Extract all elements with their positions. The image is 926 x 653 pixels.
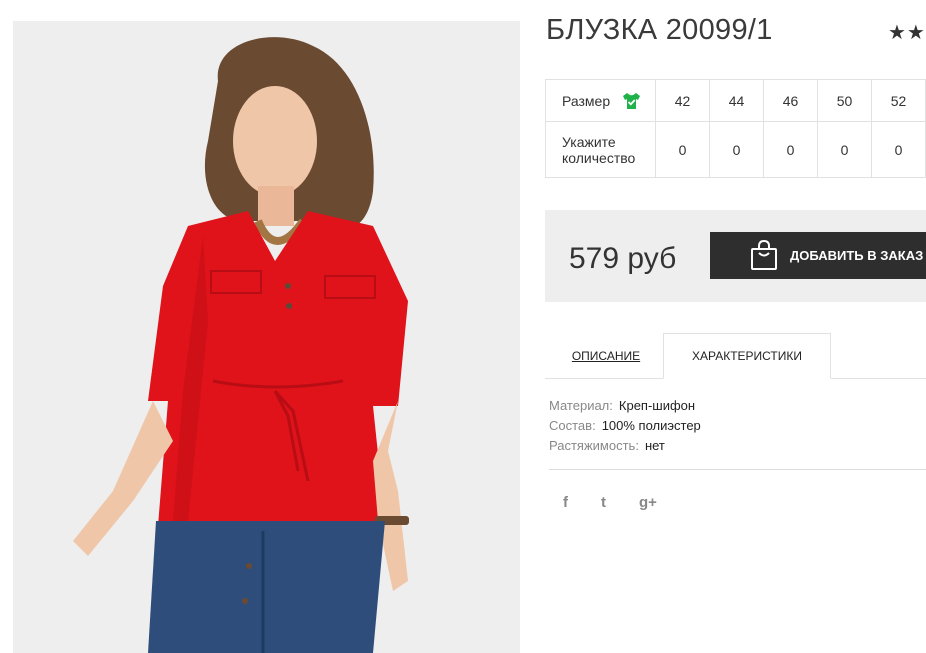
quantity-label-line1: Укажите bbox=[562, 133, 616, 150]
product-price: 579 руб bbox=[569, 242, 677, 275]
size-option-52[interactable]: 52 bbox=[871, 79, 926, 122]
quantity-label-line2: количество bbox=[562, 149, 636, 166]
size-label: Размер bbox=[562, 92, 611, 109]
characteristic-value: 100% полиэстер bbox=[601, 418, 701, 433]
characteristic-row: Состав: 100% полиэстер bbox=[549, 416, 701, 436]
add-to-order-button[interactable]: ДОБАВИТЬ В ЗАКАЗ bbox=[710, 232, 926, 279]
social-share: f t g+ bbox=[563, 494, 677, 511]
facebook-icon[interactable]: f bbox=[563, 494, 601, 511]
quantity-row: Укажите количество 0 0 0 0 0 bbox=[545, 121, 926, 178]
product-photo[interactable] bbox=[13, 21, 520, 653]
rating-stars[interactable]: ★★ bbox=[888, 20, 926, 45]
google-plus-icon[interactable]: g+ bbox=[639, 494, 677, 511]
product-tabs: ОПИСАНИЕ ХАРАКТЕРИСТИКИ bbox=[545, 333, 926, 379]
characteristic-key: Растяжимость: bbox=[549, 438, 639, 453]
product-photo-illustration bbox=[13, 21, 520, 653]
size-option-42[interactable]: 42 bbox=[655, 79, 710, 122]
size-quantity-table: Размер 42 44 46 50 52 Укажите количество… bbox=[545, 79, 926, 178]
add-to-order-label: ДОБАВИТЬ В ЗАКАЗ bbox=[790, 248, 924, 263]
size-option-50[interactable]: 50 bbox=[817, 79, 872, 122]
characteristics-list: Материал: Креп-шифон Состав: 100% полиэсте… bbox=[549, 396, 701, 456]
tshirt-check-icon bbox=[623, 92, 641, 109]
quantity-input-52[interactable]: 0 bbox=[871, 121, 926, 178]
divider bbox=[549, 469, 926, 470]
characteristic-key: Материал: bbox=[549, 398, 613, 413]
characteristic-key: Состав: bbox=[549, 418, 596, 433]
tab-characteristics[interactable]: ХАРАКТЕРИСТИКИ bbox=[663, 333, 831, 379]
twitter-icon[interactable]: t bbox=[601, 494, 639, 511]
size-row: Размер 42 44 46 50 52 bbox=[545, 79, 926, 122]
size-option-44[interactable]: 44 bbox=[709, 79, 764, 122]
characteristic-row: Растяжимость: нет bbox=[549, 436, 701, 456]
quantity-input-44[interactable]: 0 bbox=[709, 121, 764, 178]
product-title: БЛУЗКА 20099/1 bbox=[546, 14, 773, 46]
price-box: 579 руб ДОБАВИТЬ В ЗАКАЗ bbox=[545, 210, 926, 302]
characteristic-row: Материал: Креп-шифон bbox=[549, 396, 701, 416]
quantity-label-cell: Укажите количество bbox=[545, 121, 656, 178]
quantity-input-42[interactable]: 0 bbox=[655, 121, 710, 178]
tab-description[interactable]: ОПИСАНИЕ bbox=[559, 333, 653, 378]
quantity-input-50[interactable]: 0 bbox=[817, 121, 872, 178]
shopping-bag-icon bbox=[751, 240, 777, 270]
characteristic-value: Креп-шифон bbox=[618, 398, 696, 413]
quantity-input-46[interactable]: 0 bbox=[763, 121, 818, 178]
size-option-46[interactable]: 46 bbox=[763, 79, 818, 122]
size-label-cell: Размер bbox=[545, 79, 656, 122]
characteristic-value: нет bbox=[644, 438, 665, 453]
